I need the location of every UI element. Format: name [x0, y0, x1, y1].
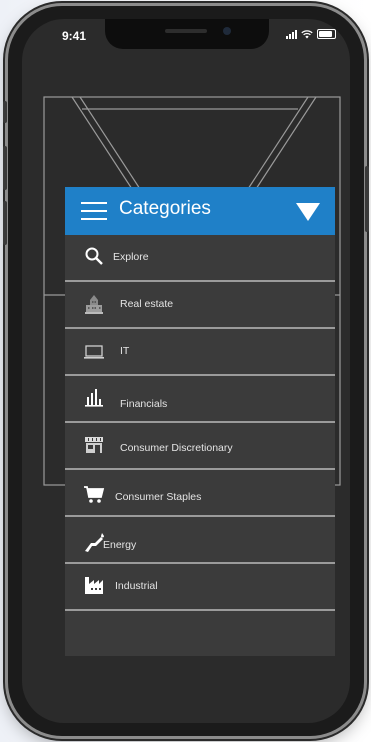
category-label: Real estate — [120, 298, 174, 310]
category-label: Consumer Staples — [115, 491, 202, 503]
volume-up-button — [3, 146, 7, 190]
building-icon — [85, 295, 103, 314]
store-icon — [85, 437, 103, 453]
search-icon — [85, 247, 103, 265]
front-camera — [223, 27, 231, 35]
category-item-real-estate[interactable]: Real estate — [65, 282, 335, 329]
category-item-consumer-discretionary[interactable]: Consumer Discretionary — [65, 423, 335, 470]
category-label: Consumer Discretionary — [120, 442, 233, 454]
category-item-industrial[interactable]: Industrial — [65, 564, 335, 611]
categories-panel: Categories Explore Real estate IT Financ… — [65, 187, 335, 656]
status-icons — [286, 29, 336, 39]
mute-switch — [3, 101, 7, 123]
wifi-icon — [301, 29, 313, 38]
status-time: 9:41 — [62, 29, 87, 43]
screen: 9:41 Categories Explore Real estate IT F… — [22, 19, 350, 723]
category-label: Energy — [103, 539, 137, 551]
notch — [105, 19, 269, 49]
battery-icon — [317, 29, 336, 39]
category-label: Explore — [113, 251, 149, 263]
hamburger-menu-icon[interactable] — [81, 202, 107, 220]
categories-title: Categories — [119, 198, 211, 219]
category-label: IT — [120, 345, 130, 357]
category-item-financials[interactable]: Financials — [65, 376, 335, 423]
volume-down-button — [3, 201, 7, 245]
speaker — [165, 29, 207, 33]
category-item-explore[interactable]: Explore — [65, 235, 335, 282]
power-button — [365, 166, 369, 232]
category-label: Financials — [120, 398, 168, 410]
category-label: Industrial — [115, 580, 158, 592]
phone-frame: 9:41 Categories Explore Real estate IT F… — [3, 6, 369, 736]
category-item-it[interactable]: IT — [65, 329, 335, 376]
category-item-consumer-staples[interactable]: Consumer Staples — [65, 470, 335, 517]
dropdown-triangle-icon[interactable] — [295, 202, 321, 222]
cart-icon — [84, 486, 105, 503]
category-item-energy[interactable]: Energy — [65, 517, 335, 564]
factory-icon — [85, 577, 103, 594]
signal-icon — [286, 29, 297, 39]
fuel-nozzle-icon — [85, 533, 104, 552]
categories-header[interactable]: Categories — [65, 187, 335, 235]
bar-chart-icon — [85, 389, 103, 407]
laptop-icon — [84, 345, 104, 359]
